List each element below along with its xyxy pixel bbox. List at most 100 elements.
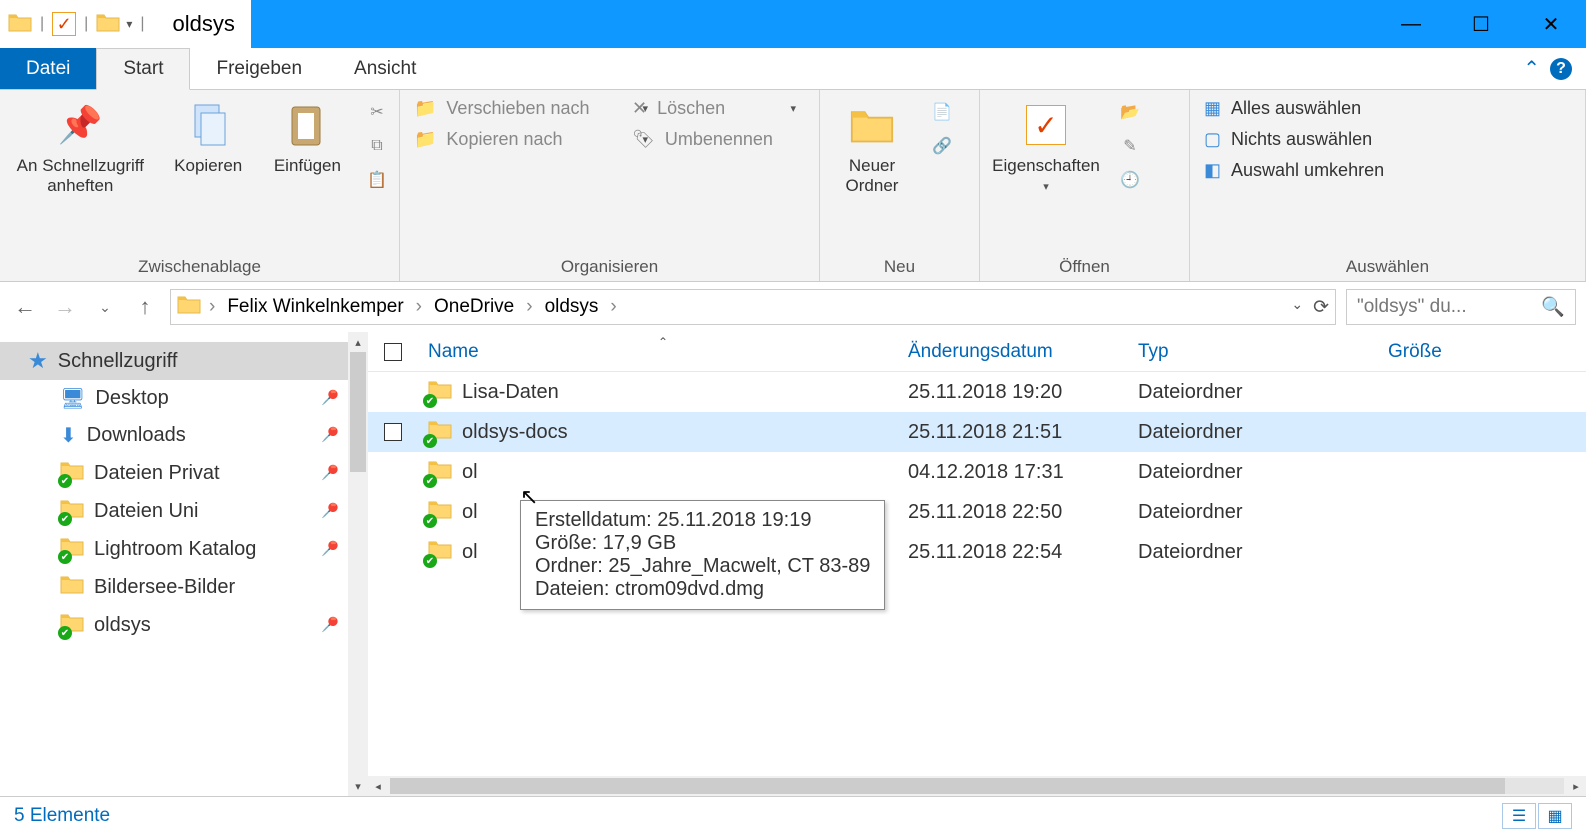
pin-icon: 📌: [58, 98, 103, 152]
paste-shortcut-icon[interactable]: 📋: [363, 166, 391, 194]
paste-icon: [288, 98, 326, 152]
invert-icon: ◧: [1204, 160, 1221, 181]
chevron-right-icon[interactable]: ›: [524, 296, 534, 318]
tab-view[interactable]: Ansicht: [328, 48, 442, 89]
history-icon[interactable]: 🕘: [1116, 166, 1144, 194]
search-input[interactable]: "oldsys" du... 🔍: [1346, 289, 1576, 325]
details-view-button[interactable]: ☰: [1502, 803, 1536, 829]
scroll-up-icon[interactable]: ▴: [348, 332, 368, 352]
chevron-right-icon[interactable]: ›: [207, 296, 217, 318]
folder-icon: [60, 498, 84, 524]
status-bar: 5 Elemente ☰ ▦: [0, 796, 1586, 834]
file-name: ol: [462, 461, 478, 484]
table-row[interactable]: oldsys-docs25.11.2018 21:51Dateiordner: [368, 412, 1586, 452]
breadcrumb-item[interactable]: OneDrive: [430, 296, 518, 318]
refresh-button[interactable]: ⟳: [1313, 296, 1329, 319]
file-name: ol: [462, 501, 478, 524]
scroll-left-icon[interactable]: ◂: [368, 780, 388, 793]
folder-icon: [60, 574, 84, 600]
sidebar-item[interactable]: oldsys📍: [0, 606, 348, 644]
horizontal-scrollbar[interactable]: ◂ ▸: [368, 776, 1586, 796]
select-all-checkbox[interactable]: [384, 343, 402, 361]
move-to-button[interactable]: 📁Verschieben nach▾: [406, 94, 656, 123]
group-label-open: Öffnen: [986, 255, 1183, 279]
select-all-button[interactable]: ▦Alles auswählen: [1196, 94, 1446, 123]
column-header-type[interactable]: Typ: [1128, 341, 1378, 363]
edit-icon[interactable]: ✎: [1116, 132, 1144, 160]
chevron-down-icon[interactable]: ⌄: [1291, 296, 1303, 319]
minimize-button[interactable]: —: [1376, 0, 1446, 48]
tab-file[interactable]: Datei: [0, 48, 96, 89]
search-icon[interactable]: 🔍: [1541, 295, 1565, 319]
sidebar-item[interactable]: Dateien Privat📍: [0, 454, 348, 492]
star-icon: ★: [28, 348, 48, 374]
tab-share[interactable]: Freigeben: [190, 48, 328, 89]
paste-button[interactable]: Einfügen: [262, 94, 353, 180]
row-checkbox[interactable]: [384, 423, 402, 441]
sidebar-item[interactable]: Bildersee-Bilder: [0, 568, 348, 606]
scroll-thumb[interactable]: [350, 352, 366, 472]
sidebar-item[interactable]: 🖥Desktop📍: [0, 380, 348, 417]
file-date: 25.11.2018 19:20: [898, 381, 1128, 404]
column-header-date[interactable]: Änderungsdatum: [898, 341, 1128, 363]
folder-icon: [428, 499, 452, 525]
table-row[interactable]: ol04.12.2018 17:31Dateiordner: [368, 452, 1586, 492]
column-header-size[interactable]: Größe: [1378, 341, 1498, 363]
ribbon-collapse-icon[interactable]: ⌃: [1523, 56, 1540, 81]
open-icon[interactable]: 📂: [1116, 98, 1144, 126]
rename-button[interactable]: 🏷Umbenennen: [624, 125, 804, 154]
breadcrumb-item[interactable]: Felix Winkelnkemper: [223, 296, 407, 318]
select-none-button[interactable]: ▢Nichts auswählen: [1196, 125, 1446, 154]
scroll-thumb[interactable]: [390, 778, 1505, 794]
cut-icon[interactable]: ✂: [363, 98, 391, 126]
tab-start[interactable]: Start: [96, 48, 190, 90]
sidebar-item[interactable]: ⬇Downloads📍: [0, 417, 348, 454]
pin-quickaccess-button[interactable]: 📌 An Schnellzugriff anheften: [6, 94, 155, 200]
sidebar-item-label: Dateien Uni: [94, 500, 199, 523]
folder-icon: [428, 459, 452, 485]
pin-icon: 📍: [313, 420, 344, 451]
sidebar-scrollbar[interactable]: ▴ ▾: [348, 332, 368, 796]
delete-button[interactable]: ✕Löschen▾: [624, 94, 804, 123]
sidebar-item-quickaccess[interactable]: ★ Schnellzugriff: [0, 342, 348, 380]
chevron-down-icon: ▾: [790, 102, 796, 115]
up-button[interactable]: ↑: [130, 292, 160, 322]
copy-button[interactable]: Kopieren: [163, 94, 254, 180]
folder-icon: [850, 98, 894, 152]
file-date: 25.11.2018 21:51: [898, 421, 1128, 444]
chevron-right-icon[interactable]: ›: [414, 296, 424, 318]
scroll-right-icon[interactable]: ▸: [1566, 780, 1586, 793]
close-button[interactable]: ✕: [1516, 0, 1586, 48]
invert-selection-button[interactable]: ◧Auswahl umkehren: [1196, 156, 1446, 185]
qat-checkmark-icon[interactable]: ✓: [52, 12, 76, 36]
new-folder-button[interactable]: Neuer Ordner: [826, 94, 918, 200]
column-header-name[interactable]: ⌃Name: [418, 341, 898, 363]
chevron-right-icon[interactable]: ›: [608, 296, 618, 318]
sidebar-item[interactable]: Dateien Uni📍: [0, 492, 348, 530]
folder-icon: [428, 379, 452, 405]
copy-path-icon[interactable]: ⧉: [363, 132, 391, 160]
move-icon: 📁: [414, 98, 436, 119]
sidebar-item[interactable]: Lightroom Katalog📍: [0, 530, 348, 568]
forward-button[interactable]: →: [50, 292, 80, 322]
maximize-button[interactable]: ☐: [1446, 0, 1516, 48]
table-row[interactable]: Lisa-Daten25.11.2018 19:20Dateiordner: [368, 372, 1586, 412]
thumbnails-view-button[interactable]: ▦: [1538, 803, 1572, 829]
properties-button[interactable]: ✓ Eigenschaften ▾: [986, 94, 1106, 197]
new-item-icon[interactable]: 📄: [928, 98, 956, 126]
recent-locations-button[interactable]: ⌄: [90, 292, 120, 322]
ribbon-tabs: Datei Start Freigeben Ansicht ⌃ ?: [0, 48, 1586, 90]
scroll-down-icon[interactable]: ▾: [348, 776, 368, 796]
group-label-clipboard: Zwischenablage: [6, 255, 393, 279]
help-icon[interactable]: ?: [1550, 58, 1572, 80]
back-button[interactable]: ←: [10, 292, 40, 322]
breadcrumb-item[interactable]: oldsys: [541, 296, 603, 318]
easy-access-icon[interactable]: 🔗: [928, 132, 956, 160]
folder-icon[interactable]: [96, 12, 120, 37]
breadcrumb[interactable]: › Felix Winkelnkemper › OneDrive › oldsy…: [170, 289, 1336, 325]
qat-dropdown-icon[interactable]: ▾: [126, 17, 132, 31]
folder-icon: [8, 12, 32, 37]
copy-to-button[interactable]: 📁Kopieren nach▾: [406, 125, 656, 154]
pin-icon: 📍: [313, 383, 344, 414]
item-count: 5 Elemente: [14, 805, 110, 827]
